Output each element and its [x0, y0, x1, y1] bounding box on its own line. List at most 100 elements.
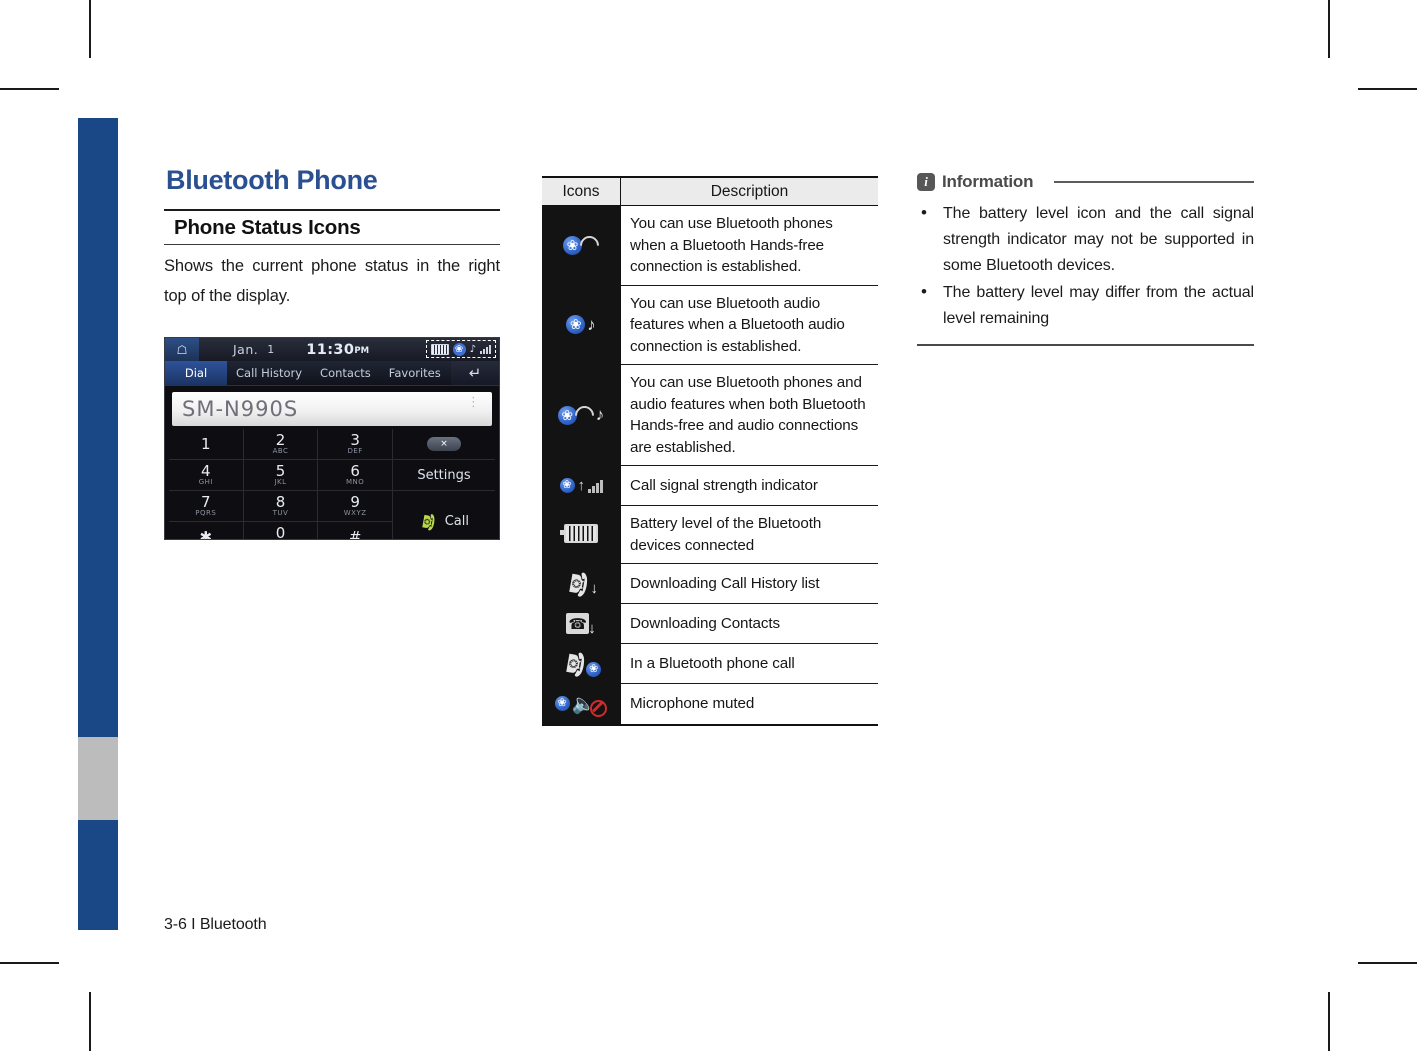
key-num: 6	[350, 461, 360, 480]
call-button[interactable]: ☎ Call	[393, 491, 495, 539]
key-3[interactable]: 3 DEF	[318, 429, 393, 460]
key-num: 0	[275, 523, 286, 540]
delete-button[interactable]: ×	[392, 429, 495, 460]
sidebar-band-upper	[78, 118, 118, 737]
list-item: The battery level may differ from the ac…	[917, 279, 1254, 332]
head-unit-clock: 11:30PM	[306, 342, 369, 358]
key-num: #	[348, 528, 362, 540]
key-star[interactable]: ✱	[169, 522, 244, 540]
music-note-icon: ♪	[469, 343, 476, 355]
row-description: You can use Bluetooth phones when a Blue…	[620, 205, 878, 286]
page-footer: 3-6 I Bluetooth	[164, 916, 267, 933]
key-num: 4	[201, 461, 211, 480]
manual-page: Bluetooth Phone Phone Status Icons Shows…	[0, 0, 1417, 1051]
bluetooth-icon: ❀	[452, 342, 466, 356]
bluetooth-handsfree-audio-icon: ❀ ♪	[542, 364, 621, 466]
key-sub: +	[277, 540, 283, 541]
table-row: ☎ ❀ In a Bluetooth phone call	[542, 643, 878, 684]
key-8[interactable]: 8 TUV	[243, 491, 319, 522]
table-row: ❀ 🔈 Microphone muted	[542, 683, 878, 726]
sidebar-band-middle	[78, 737, 118, 820]
table-row: ❀ You can use Bluetooth phones when a Bl…	[542, 205, 878, 286]
key-2[interactable]: 2 ABC	[243, 429, 319, 460]
field-menu-icon[interactable]: ⋮	[467, 396, 480, 409]
key-sub: GHI	[198, 477, 213, 486]
bluetooth-handsfree-icon: ❀	[542, 205, 621, 285]
key-sub: PQRS	[195, 508, 217, 517]
information-title: Information	[942, 172, 1034, 191]
table-header-row: Icons Description	[542, 176, 878, 206]
information-bottom-rule	[917, 344, 1254, 346]
head-unit-date: Jan.	[233, 342, 259, 357]
row-description: In a Bluetooth phone call	[620, 643, 878, 684]
device-name-field[interactable]: SM-N990S ⋮	[172, 392, 492, 426]
head-unit-status-bar: ☖ Jan. 1 11:30PM ❀ ♪	[165, 338, 499, 361]
key-sub: TUV	[272, 508, 289, 517]
table-row: ☎ ↓ Downloading Call History list	[542, 563, 878, 604]
clock-ampm: PM	[354, 345, 370, 356]
row-description: Downloading Call History list	[620, 563, 878, 604]
delete-icon: ×	[426, 437, 461, 451]
phone-status-icons-table: Icons Description ❀ You can use Bluetoot…	[542, 176, 878, 726]
key-sub: JKL	[274, 477, 287, 486]
call-label: Call	[444, 514, 469, 529]
key-num: 5	[275, 461, 286, 480]
table-row: Battery level of the Bluetooth devices c…	[542, 505, 878, 564]
downloading-contacts-icon: ☎ ↓	[542, 603, 621, 644]
bluetooth-signal-strength-icon: ❀ ↑	[542, 465, 621, 506]
key-6[interactable]: 6 MNO	[318, 460, 393, 491]
head-unit-tabs: Dial Call History Contacts Favorites ↵	[165, 361, 499, 386]
key-9[interactable]: 9 WXYZ	[318, 491, 393, 522]
clock-time: 11:30	[306, 341, 355, 358]
tab-dial[interactable]: Dial	[165, 361, 227, 385]
row-description: Downloading Contacts	[620, 603, 878, 644]
list-item: The battery level icon and the call sign…	[917, 200, 1254, 279]
head-unit-screenshot: ☖ Jan. 1 11:30PM ❀ ♪ Dial Call History C…	[164, 337, 500, 540]
section-rule	[164, 244, 500, 246]
column-header-icons: Icons	[542, 176, 621, 206]
key-0[interactable]: 0+	[244, 522, 319, 541]
tab-contacts[interactable]: Contacts	[311, 361, 380, 385]
key-5[interactable]: 5 JKL	[243, 460, 319, 491]
sidebar-band-lower	[78, 820, 118, 930]
key-sub: ABC	[272, 446, 289, 455]
key-7[interactable]: 7 PQRS	[169, 491, 244, 522]
table-row: ☎ ↓ Downloading Contacts	[542, 603, 878, 644]
battery-level-icon	[542, 505, 621, 564]
key-hash[interactable]: #	[318, 522, 393, 540]
row-description: You can use Bluetooth phones and audio f…	[620, 364, 878, 466]
signal-icon	[480, 344, 491, 354]
key-num: 2	[275, 430, 286, 449]
crop-mark-bottom-right	[1328, 992, 1330, 1051]
key-4[interactable]: 4 GHI	[169, 460, 244, 491]
back-arrow-icon[interactable]: ↵	[451, 361, 499, 385]
information-header-rule	[1054, 181, 1254, 183]
key-1[interactable]: 1	[169, 429, 244, 460]
crop-mark-bottom-left	[89, 992, 91, 1051]
key-num: 8	[275, 492, 286, 511]
bluetooth-audio-icon: ❀ ♪	[542, 285, 621, 365]
info-icon: i	[917, 173, 935, 191]
head-unit-body: SM-N990S ⋮ 1 2 ABC 3 DEF × 4 GHI 5 JKL 6 MNO …	[165, 386, 499, 539]
information-header: i Information	[917, 172, 1254, 192]
tab-favorites[interactable]: Favorites	[380, 361, 450, 385]
crop-mark-right-bottom	[1358, 962, 1417, 964]
key-sub: DEF	[347, 446, 363, 455]
key-num: ✱	[199, 528, 213, 540]
home-icon[interactable]: ☖	[165, 338, 199, 361]
downloading-call-history-icon: ☎ ↓	[542, 563, 621, 604]
bluetooth-in-call-icon: ☎ ❀	[542, 643, 621, 684]
table-row: ❀ ♪ You can use Bluetooth audio features …	[542, 285, 878, 365]
table-row: ❀ ↑ Call signal strength indicator	[542, 465, 878, 506]
row-description: Call signal strength indicator	[620, 465, 878, 506]
left-column: Bluetooth Phone Phone Status Icons Shows…	[164, 165, 500, 328]
section-body: Shows the current phone status in the ri…	[164, 257, 500, 306]
information-panel: i Information The battery level icon and…	[917, 172, 1254, 346]
row-description: Battery level of the Bluetooth devices c…	[620, 505, 878, 564]
settings-button[interactable]: Settings	[392, 460, 495, 491]
row-description: Microphone muted	[620, 683, 878, 726]
tab-call-history[interactable]: Call History	[227, 361, 311, 385]
key-num: 7	[201, 492, 211, 511]
key-num: 3	[350, 430, 360, 449]
crop-mark-right-top	[1358, 88, 1417, 90]
